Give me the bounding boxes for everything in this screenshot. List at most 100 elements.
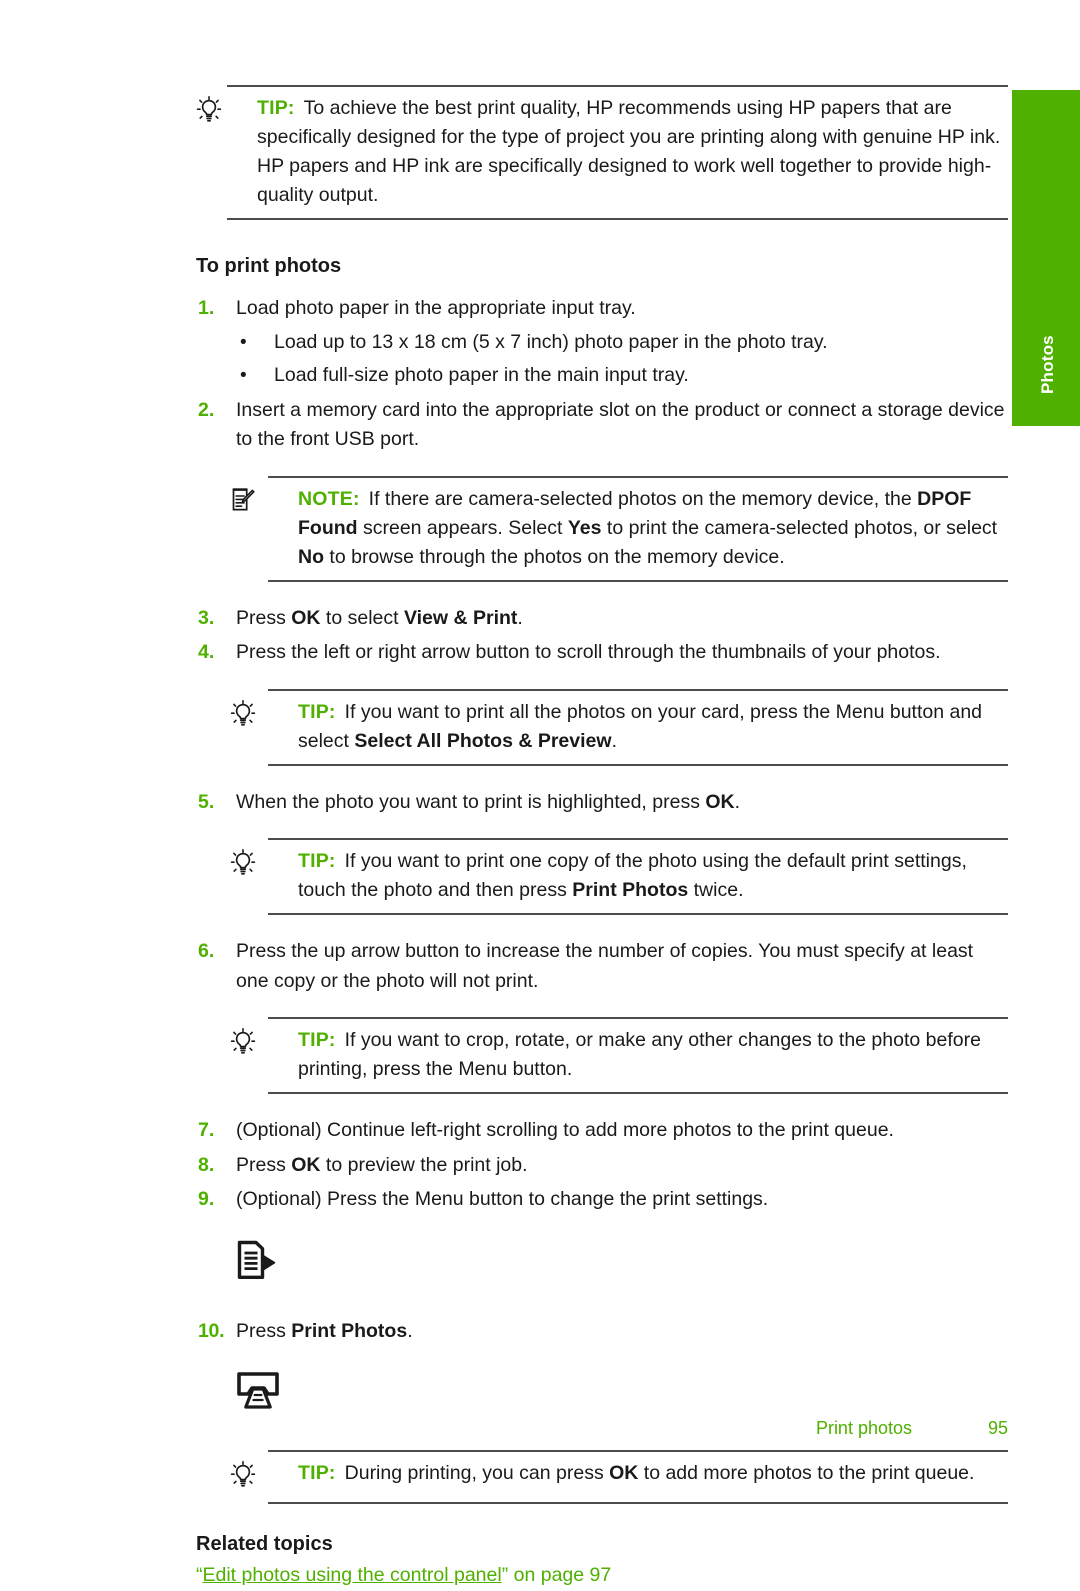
page-content: TIP: To achieve the best print quality, H… xyxy=(196,76,1008,1591)
step-5-text: When the photo you want to print is high… xyxy=(236,788,1008,818)
rule-bottom xyxy=(268,579,1008,582)
step-10-number: 10. xyxy=(198,1319,225,1342)
tip-part-2: twice. xyxy=(688,879,744,901)
rule-bottom xyxy=(268,1092,1008,1094)
tip-box-one-copy: TIP: If you want to print one copy of the… xyxy=(230,829,1008,924)
tip-part-2: to add more photos to the print queue. xyxy=(638,1462,975,1484)
lightbulb-icon xyxy=(230,1459,298,1494)
step-5-pre: When the photo you want to print is high… xyxy=(236,790,706,813)
bullet-photo-tray-text: Load up to 13 x 18 cm (5 x 7 inch) photo… xyxy=(274,330,828,353)
tip-keyword: TIP: xyxy=(257,97,295,119)
step-10-bold-print-photos: Print Photos xyxy=(291,1319,408,1342)
note-pencil-icon xyxy=(230,485,298,519)
step-8: 8. Press OK to preview the print job. xyxy=(196,1148,1008,1183)
related-link-text[interactable]: Edit photos using the control panel xyxy=(203,1564,502,1586)
step-3-number: 3. xyxy=(198,606,215,629)
bullet-photo-tray: • Load up to 13 x 18 cm (5 x 7 inch) pho… xyxy=(234,326,1008,360)
menu-button-icon-row xyxy=(234,1217,1008,1314)
step-4-number: 4. xyxy=(198,641,215,663)
tip-box-text: TIP: During printing, you can press OK to… xyxy=(298,1459,1008,1488)
bullet-main-tray: • Load full-size photo paper in the main… xyxy=(234,359,1008,393)
document-page: Photos TIP: To achieve the best print qu… xyxy=(0,0,1080,1586)
footer-section-title: Print photos xyxy=(815,1418,912,1438)
step-8-number: 8. xyxy=(198,1153,215,1176)
step-3: 3. Press OK to select View & Print. xyxy=(196,601,1008,636)
tip-part-2: . xyxy=(611,729,617,752)
step-4-text: Press the left or right arrow button to … xyxy=(236,641,941,663)
lightbulb-icon xyxy=(230,1026,298,1061)
step-8-text: Press OK to preview the print job. xyxy=(236,1151,1008,1181)
step-6: 6. Press the up arrow button to increase… xyxy=(196,934,1008,998)
step-3-mid: to select xyxy=(320,606,404,629)
step-1-number: 1. xyxy=(198,297,215,319)
tip-box-text: TIP: If you want to crop, rotate, or make… xyxy=(298,1026,1008,1084)
tip-body: To achieve the best print quality, HP re… xyxy=(257,97,1001,206)
tip-part-1: During printing, you can press xyxy=(344,1462,610,1484)
note-part-4: to browse through the photos on the memo… xyxy=(324,545,785,568)
step-2-number: 2. xyxy=(198,398,215,421)
related-topics-heading: Related topics xyxy=(196,1533,333,1555)
tip-keyword: TIP: xyxy=(298,1029,336,1051)
tip-bold-print-photos: Print Photos xyxy=(572,879,689,901)
step-3-text: Press OK to select View & Print. xyxy=(236,604,1008,634)
print-photos-button-icon xyxy=(234,1372,282,1418)
rule-bottom xyxy=(227,218,1008,220)
section-tab-photos: Photos xyxy=(1012,90,1080,426)
step-3-bold-view-print: View & Print xyxy=(403,606,518,629)
tip-bold-select-all: Select All Photos & Preview xyxy=(354,729,612,752)
tip-bold-ok: OK xyxy=(609,1462,639,1484)
note-box-text: NOTE: If there are camera-selected photos… xyxy=(298,485,1008,572)
tip-box-text: TIP: If you want to print one copy of the… xyxy=(298,847,1008,905)
step-9: 9. (Optional) Press the Menu button to c… xyxy=(196,1182,1008,1217)
step-5-bold-ok: OK xyxy=(705,790,735,813)
step-8-pre: Press xyxy=(236,1153,292,1176)
step-8-bold-ok: OK xyxy=(291,1153,321,1176)
note-bold-no: No xyxy=(298,545,324,568)
lightbulb-icon xyxy=(196,94,257,129)
step-5: 5. When the photo you want to print is h… xyxy=(196,785,1008,820)
bullet-dot-icon: • xyxy=(240,365,247,386)
step-7-number: 7. xyxy=(198,1119,215,1141)
rule-bottom xyxy=(268,913,1008,915)
step-9-text: (Optional) Press the Menu button to chan… xyxy=(236,1188,769,1210)
step-1: 1. Load photo paper in the appropriate i… xyxy=(196,291,1008,326)
menu-button-icon xyxy=(234,1240,280,1291)
footer-page-number: 95 xyxy=(987,1418,1008,1438)
step-2-text: Insert a memory card into the appropriat… xyxy=(236,398,1005,451)
tip-box-crop-rotate: TIP: If you want to crop, rotate, or make… xyxy=(230,1008,1008,1103)
bullet-dot-icon: • xyxy=(240,331,247,353)
note-part-2: screen appears. Select xyxy=(357,516,568,539)
step-4: 4. Press the left or right arrow button … xyxy=(196,635,1008,670)
note-bold-yes: Yes xyxy=(567,516,602,539)
lightbulb-icon xyxy=(230,698,298,733)
tip-keyword: TIP: xyxy=(298,1462,336,1484)
step-6-number: 6. xyxy=(198,940,215,962)
tip-box-text: TIP: If you want to print all the photos … xyxy=(298,698,1008,756)
tip-box-during-printing: TIP: During printing, you can press OK to… xyxy=(230,1441,1008,1513)
step-3-pre: Press xyxy=(236,606,292,629)
tip-box-select-all: TIP: If you want to print all the photos … xyxy=(230,680,1008,775)
step-3-bold-ok: OK xyxy=(291,606,321,629)
tip-keyword: TIP: xyxy=(298,700,336,723)
step-8-post: to preview the print job. xyxy=(320,1153,528,1176)
step-1-text: Load photo paper in the appropriate inpu… xyxy=(236,297,636,319)
step-10-pre: Press xyxy=(236,1319,292,1342)
section-heading: To print photos xyxy=(196,255,342,277)
tip-part-1: If you want to crop, rotate, or make any… xyxy=(298,1029,981,1080)
step-5-number: 5. xyxy=(198,790,215,813)
note-part-1: If there are camera-selected photos on t… xyxy=(368,487,918,510)
step-3-post: . xyxy=(517,606,523,629)
note-keyword: NOTE: xyxy=(298,487,360,510)
step-7-text: (Optional) Continue left-right scrolling… xyxy=(236,1119,894,1141)
step-5-post: . xyxy=(734,790,741,813)
step-10-text: Press Print Photos. xyxy=(236,1317,1008,1347)
note-part-3: to print the camera-selected photos, or … xyxy=(601,516,998,539)
section-tab-label: Photos xyxy=(1038,335,1057,394)
tip-box-paper-quality: TIP: To achieve the best print quality, H… xyxy=(196,76,1008,229)
related-topics-link[interactable]: “Edit photos using the control panel” on… xyxy=(196,1559,1008,1591)
rule-bottom xyxy=(268,763,1008,766)
note-box-dpof: NOTE: If there are camera-selected photos… xyxy=(232,467,1008,591)
related-link-suffix: on page 97 xyxy=(508,1564,612,1586)
step-2: 2. Insert a memory card into the appropr… xyxy=(196,393,1008,457)
tip-box-text: TIP: To achieve the best print quality, H… xyxy=(257,94,1008,210)
